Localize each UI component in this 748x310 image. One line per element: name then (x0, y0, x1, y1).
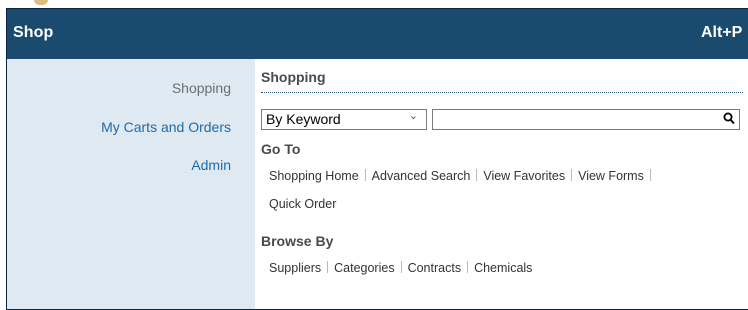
background-decoration (34, 0, 48, 5)
search-type-value: By Keyword (266, 111, 341, 127)
link-separator (400, 261, 402, 273)
sidebar-item-shopping[interactable]: Shopping (172, 80, 231, 96)
sidebar-item-my-carts-and-orders[interactable]: My Carts and Orders (101, 119, 231, 135)
link-separator (467, 261, 469, 273)
link-contracts[interactable]: Contracts (408, 261, 462, 275)
link-advanced-search[interactable]: Advanced Search (372, 169, 471, 183)
link-separator (571, 169, 573, 181)
browse-by-links: Suppliers Categories Contracts Chemicals (269, 261, 532, 275)
link-suppliers[interactable]: Suppliers (269, 261, 321, 275)
divider (261, 92, 743, 93)
search-input[interactable] (432, 109, 740, 130)
section-title-browse-by: Browse By (261, 233, 334, 249)
link-separator (649, 169, 651, 181)
section-title-go-to: Go To (261, 141, 301, 157)
link-view-favorites[interactable]: View Favorites (483, 169, 565, 183)
shopping-main: Shopping By Keyword ⌄ Go To Shopping Hom… (255, 59, 748, 309)
link-shopping-home[interactable]: Shopping Home (269, 169, 359, 183)
section-title-shopping: Shopping (261, 69, 326, 85)
link-separator (476, 169, 478, 181)
search-icon[interactable] (723, 112, 735, 125)
top-strip (0, 0, 748, 8)
go-to-links-row-2: Quick Order (269, 197, 336, 211)
link-chemicals[interactable]: Chemicals (474, 261, 532, 275)
search-type-select[interactable]: By Keyword ⌄ (261, 109, 427, 130)
link-separator (327, 261, 329, 273)
link-separator (364, 169, 366, 181)
shortcut-hint: Alt+P (701, 24, 743, 41)
shop-header: Shop Alt+P (7, 9, 748, 59)
shop-title: Shop (13, 24, 54, 41)
shop-panel: Shop Alt+P Shopping My Carts and Orders … (6, 8, 748, 310)
link-quick-order[interactable]: Quick Order (269, 197, 336, 211)
go-to-links: Shopping Home Advanced Search View Favorit… (269, 169, 657, 183)
sidebar-item-admin[interactable]: Admin (191, 157, 231, 173)
link-categories[interactable]: Categories (334, 261, 394, 275)
sidebar: Shopping My Carts and Orders Admin (7, 59, 255, 309)
link-view-forms[interactable]: View Forms (578, 169, 644, 183)
chevron-down-icon: ⌄ (408, 110, 418, 122)
